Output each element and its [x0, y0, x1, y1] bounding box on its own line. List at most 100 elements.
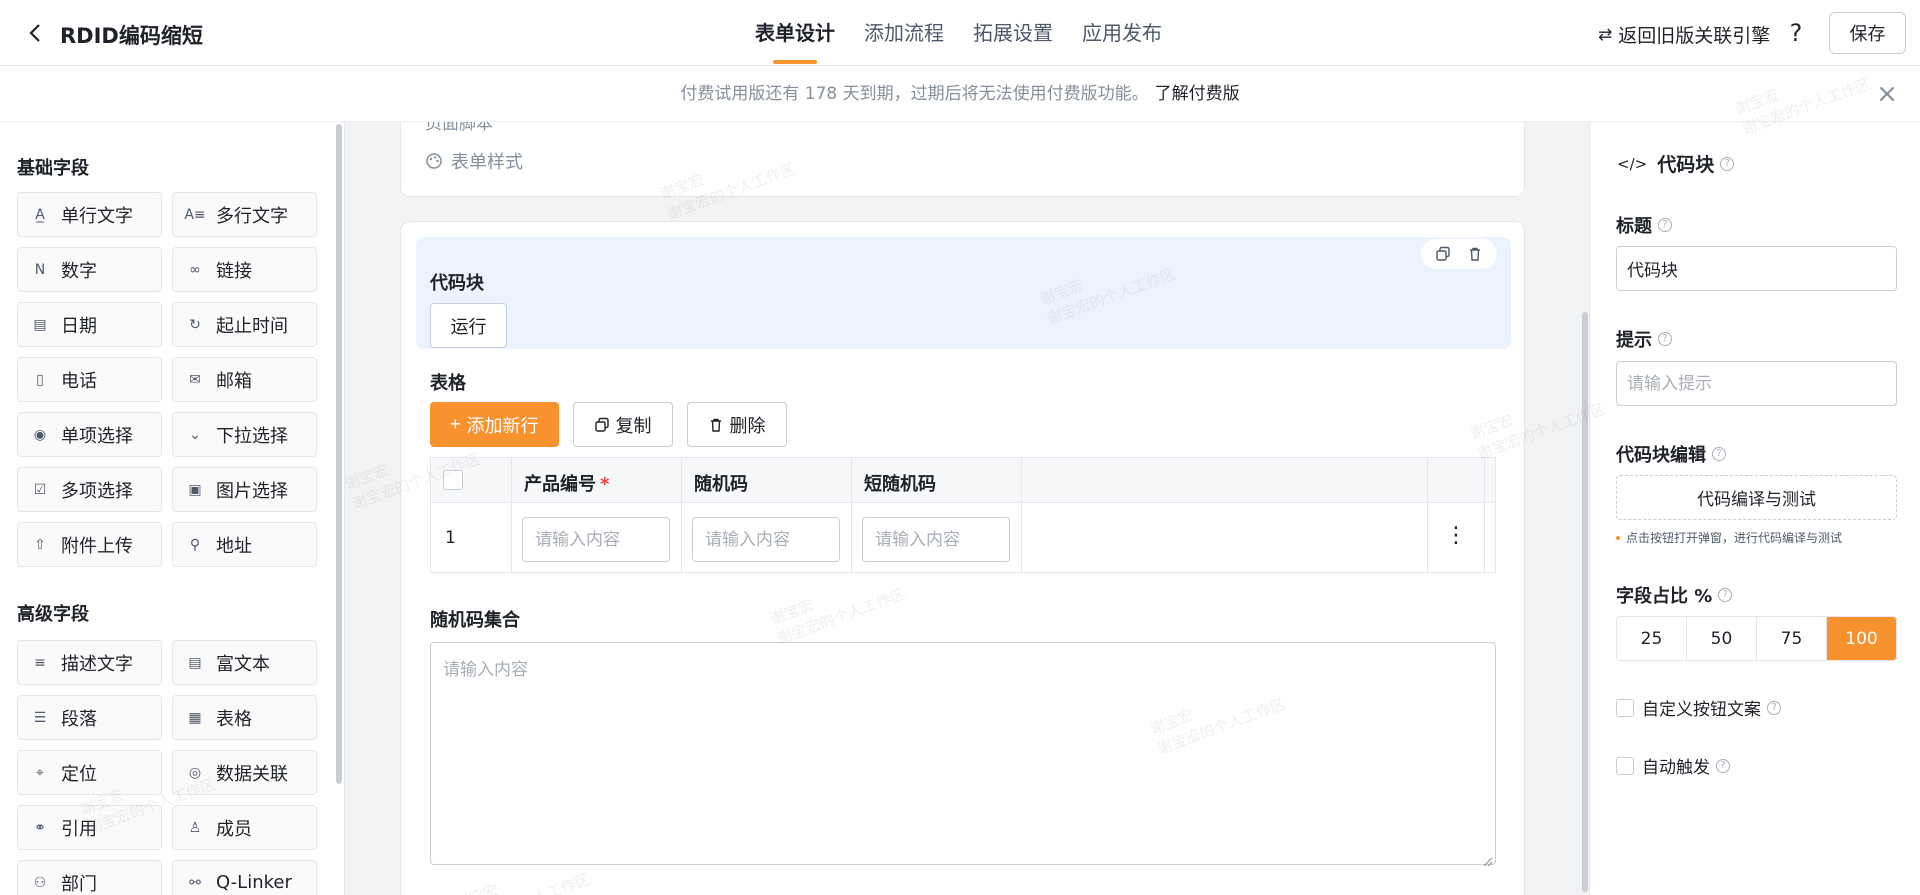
copy-icon[interactable] [1435, 246, 1451, 262]
field-item-reference[interactable]: ⚭ 引用 [17, 805, 162, 850]
image-icon: ▣ [188, 481, 202, 498]
add-row-label: 添加新行 [466, 415, 539, 436]
page-script-item[interactable]: 页面脚本 [425, 122, 493, 134]
more-vertical-icon[interactable]: ⋮ [1445, 525, 1467, 552]
run-button[interactable]: 运行 [430, 303, 507, 348]
field-item-table[interactable]: ▦ 表格 [172, 695, 317, 740]
custom-button-text-checkbox[interactable]: 自定义按钮文案 ? [1616, 695, 1781, 720]
swap-icon: ⇄ [1598, 24, 1613, 45]
code-edit-label-text: 代码块编辑 [1616, 445, 1706, 466]
random-set-textarea[interactable] [430, 642, 1496, 865]
sub-table: 产品编号* 随机码 短随机码 1 ⋮ [430, 457, 1496, 573]
field-item-rich-text[interactable]: ▤ 富文本 [172, 640, 317, 685]
field-item-label: 日期 [61, 315, 97, 337]
field-item-label: 富文本 [216, 653, 270, 675]
tab-app-publish[interactable]: 应用发布 [1082, 0, 1162, 66]
field-item-checkbox[interactable]: ☑ 多项选择 [17, 467, 162, 512]
number-icon: N [34, 261, 46, 278]
random-code-input[interactable] [692, 517, 840, 562]
q-linker-icon: ⚯ [189, 874, 201, 891]
ratio-option-50[interactable]: 50 [1687, 617, 1757, 660]
question-icon: ? [1767, 700, 1781, 715]
ratio-option-75[interactable]: 75 [1757, 617, 1827, 660]
save-button[interactable]: 保存 [1829, 12, 1906, 54]
question-icon: ? [1720, 156, 1735, 171]
column-header-random: 随机码 [694, 474, 748, 495]
ratio-option-100[interactable]: 100 [1827, 617, 1896, 660]
compile-test-button[interactable]: 代码编译与测试 [1616, 475, 1897, 520]
checkbox[interactable] [1616, 698, 1634, 717]
calendar-icon: ▤ [33, 316, 47, 333]
field-item-description[interactable]: ≡ 描述文字 [17, 640, 162, 685]
return-legacy-link[interactable]: ⇄ 返回旧版关联引擎 [1598, 21, 1770, 48]
tab-add-process[interactable]: 添加流程 [864, 0, 944, 66]
field-item-multi-line-text[interactable]: A≡ 多行文字 [172, 192, 317, 237]
field-item-upload[interactable]: ⇧ 附件上传 [17, 522, 162, 567]
field-item-phone[interactable]: ▯ 电话 [17, 357, 162, 402]
checkbox[interactable] [1616, 756, 1634, 775]
code-block-field[interactable]: 代码块 运行 [416, 237, 1511, 349]
field-item-data-link[interactable]: ◎ 数据关联 [172, 750, 317, 795]
close-icon[interactable]: × [1874, 81, 1900, 107]
multi-line-text-icon: A≡ [184, 206, 206, 223]
trial-notice-text: 付费试用版还有 178 天到期，过期后将无法使用付费版功能。 [680, 84, 1149, 104]
field-item-number[interactable]: N 数字 [17, 247, 162, 292]
field-item-label: 链接 [216, 260, 252, 282]
help-icon[interactable]: ? [1784, 18, 1808, 48]
title-input[interactable] [1616, 246, 1897, 291]
code-edit-hint: 点击按钮打开弹窗，进行代码编译与测试 [1616, 529, 1842, 546]
product-no-input[interactable] [522, 517, 670, 562]
trash-icon[interactable] [1467, 246, 1483, 262]
delete-row-button[interactable]: 删除 [686, 402, 787, 447]
form-card: 代码块 运行 表格 + 添加新行 复制 删除 产品编号 * 随机码 短随机码 1… [400, 221, 1525, 895]
field-item-address[interactable]: ⚲ 地址 [172, 522, 317, 567]
field-item-label: 地址 [216, 535, 252, 557]
tab-form-design[interactable]: 表单设计 [755, 0, 835, 66]
title-prop-label: 标题? [1616, 212, 1672, 238]
copy-row-button[interactable]: 复制 [572, 402, 673, 447]
field-item-paragraph[interactable]: ☰ 段落 [17, 695, 162, 740]
field-item-label: 邮箱 [216, 370, 252, 392]
learn-paid-link[interactable]: 了解付费版 [1155, 84, 1240, 104]
left-scrollbar[interactable] [336, 124, 342, 784]
back-arrow-icon[interactable] [22, 20, 48, 46]
auto-trigger-checkbox[interactable]: 自动触发 ? [1616, 753, 1730, 778]
field-item-location[interactable]: ⌖ 定位 [17, 750, 162, 795]
resize-handle-icon[interactable] [1483, 851, 1493, 867]
select-all-checkbox[interactable] [443, 470, 463, 490]
field-item-label: 图片选择 [216, 480, 288, 502]
paragraph-icon: ☰ [33, 709, 47, 726]
field-item-q-linker[interactable]: ⚯ Q-Linker [172, 860, 317, 895]
reference-icon: ⚭ [34, 819, 46, 836]
form-style-item[interactable]: 表单样式 [425, 148, 523, 174]
field-item-dropdown[interactable]: ⌄ 下拉选择 [172, 412, 317, 457]
field-item-link[interactable]: ∞ 链接 [172, 247, 317, 292]
field-item-radio[interactable]: ◉ 单项选择 [17, 412, 162, 457]
question-icon: ? [1658, 332, 1672, 346]
field-item-time-range[interactable]: ↻ 起止时间 [172, 302, 317, 347]
ratio-option-25[interactable]: 25 [1617, 617, 1687, 660]
field-item-calendar[interactable]: ▤ 日期 [17, 302, 162, 347]
hint-input[interactable] [1616, 361, 1897, 406]
auto-trigger-label: 自动触发 [1642, 758, 1710, 778]
short-random-code-input[interactable] [862, 517, 1010, 562]
tab-extension-settings[interactable]: 拓展设置 [973, 0, 1053, 66]
field-item-label: 表格 [216, 708, 252, 730]
copy-row-label: 复制 [615, 415, 652, 436]
custom-button-text-label: 自定义按钮文案 [1642, 700, 1761, 720]
field-item-image[interactable]: ▣ 图片选择 [172, 467, 317, 512]
field-item-department[interactable]: ⚇ 部门 [17, 860, 162, 895]
field-item-mail[interactable]: ✉ 邮箱 [172, 357, 317, 402]
column-header-product-no-label: 产品编号 [524, 474, 596, 495]
form-canvas: 页面脚本 表单样式 代码块 运行 表格 + 添加新行 复制 删除 产品编号 * … [346, 122, 1588, 895]
field-item-label: Q-Linker [216, 872, 292, 893]
field-item-label: 多行文字 [216, 205, 288, 227]
field-item-member[interactable]: ♙ 成员 [172, 805, 317, 850]
form-settings-card: 页面脚本 表单样式 [400, 122, 1525, 197]
block-toolbar [1421, 239, 1497, 269]
add-row-button[interactable]: + 添加新行 [430, 402, 559, 447]
ratio-label-text: 字段占比 % [1616, 586, 1713, 607]
field-item-single-line-text[interactable]: A̲ 单行文字 [17, 192, 162, 237]
canvas-scrollbar[interactable] [1582, 312, 1588, 892]
random-set-label: 随机码集合 [430, 610, 520, 631]
